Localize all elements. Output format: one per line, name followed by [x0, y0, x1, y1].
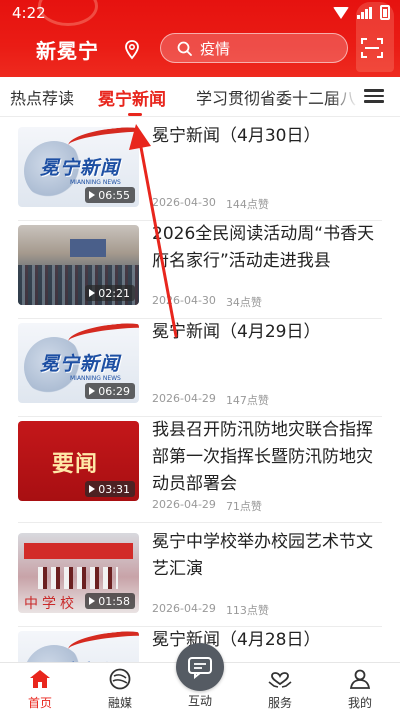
play-icon — [89, 485, 96, 493]
news-thumbnail[interactable]: 冕宁新闻 MIANNING NEWS 06:55 — [18, 127, 139, 207]
nav-service[interactable]: 服务 — [250, 666, 310, 711]
bottom-navigation: 首页 融媒 互动 服务 我的 — [0, 643, 400, 711]
duration-text: 03:31 — [98, 482, 130, 496]
video-duration-badge: 06:55 — [85, 187, 135, 203]
thumb-banner-graphic — [24, 543, 133, 559]
tab-fade-overlay — [330, 77, 358, 116]
news-title[interactable]: 冕宁新闻（4月30日） — [152, 123, 382, 150]
news-thumbnail[interactable]: 冕宁新闻 — [18, 631, 139, 662]
service-icon — [268, 672, 292, 688]
nav-label: 首页 — [27, 696, 52, 710]
duration-text: 06:55 — [98, 188, 130, 202]
nav-label[interactable]: 互动 — [170, 692, 230, 709]
thumb-stage-graphic — [70, 239, 106, 257]
news-title[interactable]: 我县召开防汛防地灾联合指挥部第一次指挥长暨防汛防地灾动员部署会 — [152, 417, 382, 498]
chat-icon — [188, 657, 212, 679]
news-thumbnail[interactable]: 要闻 03:31 — [18, 421, 139, 501]
nav-profile[interactable]: 我的 — [330, 666, 390, 711]
status-bar: 4:22 — [0, 0, 400, 26]
news-meta: 2026-04-29 113点赞 — [152, 602, 269, 618]
wifi-icon — [333, 6, 349, 19]
news-logo-en-text: MIANNING NEWS — [70, 179, 121, 186]
list-item[interactable]: 冕宁新闻 MIANNING NEWS 06:55 冕宁新闻（4月30日） 202… — [18, 117, 382, 221]
scan-icon[interactable] — [360, 36, 384, 60]
app-title: 新冕宁 — [36, 39, 99, 63]
list-item[interactable]: 02:21 2026全民阅读活动周“书香天府名家行”活动走进我县 2026-04… — [18, 215, 382, 319]
news-date: 2026-04-29 — [152, 498, 216, 511]
video-duration-badge: 02:21 — [85, 285, 135, 301]
news-logo-text: 冕宁新闻 — [40, 353, 121, 375]
location-icon[interactable] — [124, 40, 140, 60]
nav-interact[interactable] — [176, 643, 224, 691]
nav-media[interactable]: 融媒 — [90, 666, 150, 711]
tab-hot-recommend[interactable]: 热点荐读 — [10, 85, 74, 109]
news-logo-text: 冕宁新闻 — [40, 157, 121, 179]
news-thumbnail[interactable]: 中学校 01:58 — [18, 533, 139, 613]
school-word-text: 中学校 — [24, 596, 78, 612]
thumb-swoosh-graphic — [67, 323, 139, 350]
play-icon — [89, 191, 96, 199]
news-date: 2026-04-30 — [152, 294, 216, 307]
play-icon — [89, 387, 96, 395]
duration-text: 02:21 — [98, 286, 130, 300]
news-likes: 144点赞 — [225, 198, 269, 211]
red-banner-text: 要闻 — [52, 452, 99, 477]
news-likes: 71点赞 — [225, 500, 262, 513]
news-date: 2026-04-29 — [152, 602, 216, 615]
news-title[interactable]: 冕宁新闻（4月29日） — [152, 319, 382, 346]
news-date: 2026-04-29 — [152, 392, 216, 405]
news-meta: 2026-04-30 34点赞 — [152, 294, 262, 310]
video-duration-badge: 03:31 — [85, 481, 135, 497]
list-item[interactable]: 要闻 03:31 我县召开防汛防地灾联合指挥部第一次指挥长暨防汛防地灾动员部署会… — [18, 411, 382, 523]
nav-label: 我的 — [347, 696, 372, 710]
thumb-performers-graphic — [38, 567, 118, 589]
status-icons — [333, 5, 390, 20]
video-duration-badge: 01:58 — [85, 593, 135, 609]
news-likes: 147点赞 — [225, 394, 269, 407]
nav-label: 融媒 — [107, 696, 132, 710]
news-list: 冕宁新闻 MIANNING NEWS 06:55 冕宁新闻（4月30日） 202… — [0, 117, 400, 662]
news-thumbnail[interactable]: 冕宁新闻 MIANNING NEWS 06:29 — [18, 323, 139, 403]
home-icon — [30, 670, 50, 688]
search-value: 疫情 — [200, 39, 231, 58]
news-title[interactable]: 冕宁中学校举办校园艺术节文艺汇演 — [152, 529, 382, 583]
news-likes: 113点赞 — [225, 604, 269, 617]
thumb-swoosh-graphic — [67, 127, 139, 154]
list-item[interactable]: 冕宁新闻 MIANNING NEWS 06:29 冕宁新闻（4月29日） 202… — [18, 313, 382, 417]
duration-text: 06:29 — [98, 384, 130, 398]
profile-icon — [349, 669, 371, 689]
news-meta: 2026-04-30 144点赞 — [152, 196, 269, 212]
play-icon — [89, 289, 96, 297]
news-meta: 2026-04-29 147点赞 — [152, 392, 269, 408]
news-date: 2026-04-30 — [152, 196, 216, 209]
battery-icon — [380, 5, 390, 20]
play-icon — [89, 597, 96, 605]
list-item[interactable]: 中学校 01:58 冕宁中学校举办校园艺术节文艺汇演 2026-04-29 113… — [18, 523, 382, 627]
search-input[interactable]: 疫情 — [160, 33, 348, 63]
nav-home[interactable]: 首页 — [10, 666, 70, 711]
news-likes: 34点赞 — [225, 296, 262, 309]
video-duration-badge: 06:29 — [85, 383, 135, 399]
thumb-swoosh-graphic — [67, 631, 139, 658]
tab-mianning-news[interactable]: 冕宁新闻 — [98, 85, 166, 110]
signal-icon — [357, 6, 372, 19]
news-title[interactable]: 2026全民阅读活动周“书香天府名家行”活动走进我县 — [152, 221, 382, 275]
app-header: 4:22 新冕宁 疫情 — [0, 0, 400, 77]
news-meta: 2026-04-29 71点赞 — [152, 498, 262, 514]
news-thumbnail[interactable]: 02:21 — [18, 225, 139, 305]
search-icon — [177, 41, 192, 56]
status-time: 4:22 — [12, 4, 46, 22]
media-icon — [109, 668, 131, 690]
nav-label: 服务 — [267, 696, 292, 710]
duration-text: 01:58 — [98, 594, 130, 608]
channel-menu-icon[interactable] — [364, 86, 384, 106]
channel-tabs: 热点荐读 冕宁新闻 学习贯彻省委十二届八 — [0, 77, 400, 117]
news-logo-en-text: MIANNING NEWS — [70, 375, 121, 382]
active-tab-indicator — [128, 113, 142, 116]
